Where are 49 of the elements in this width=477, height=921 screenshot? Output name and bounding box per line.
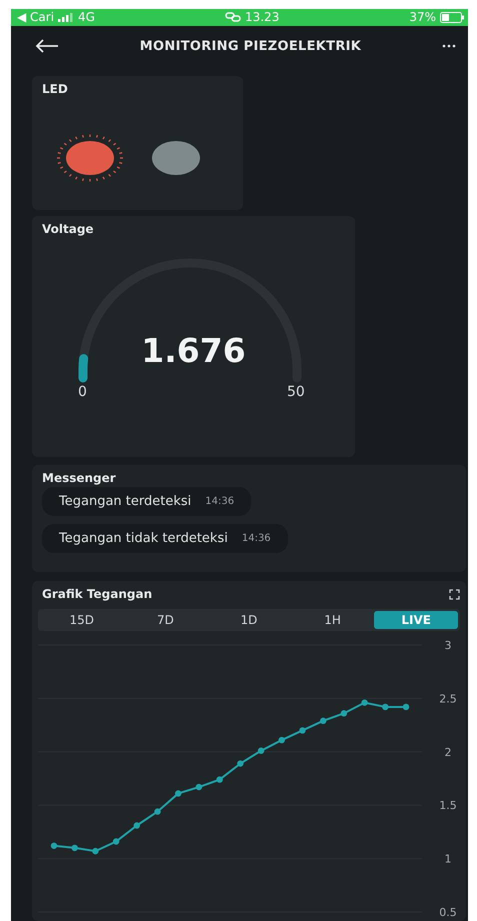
data-point [258,748,264,754]
y-tick-label: 1.5 [439,799,457,812]
card-title: LED [42,82,69,96]
y-tick-label: 3 [444,639,452,652]
gauge-min-label: 0 [78,384,87,400]
data-point [92,848,99,854]
data-point [196,784,202,790]
data-point [216,776,223,783]
data-point [154,808,161,815]
back-arrow-icon[interactable] [35,39,59,54]
card-title: Grafik Tegangan [42,587,152,601]
data-point [340,710,348,717]
clock: 13.23 [244,10,280,24]
data-point [320,718,326,724]
y-tick-label: 1 [444,852,452,866]
range-tab[interactable]: 1D [207,611,291,629]
battery-icon [440,12,464,23]
data-point [382,704,388,710]
data-point [72,844,78,852]
data-point [299,727,306,734]
y-tick-label: 0.5 [439,906,457,919]
range-tab[interactable]: 15D [40,611,124,629]
network-label: 4G [78,10,95,24]
message-text: Tegangan terdeteksi [59,494,192,509]
data-point [278,736,285,744]
range-tab[interactable]: 1H [290,611,374,629]
card-title: Voltage [42,222,95,236]
range-tab[interactable]: 7D [124,611,208,629]
message-text: Tegangan tidak terdeteksi [59,531,228,546]
gauge-max-label: 50 [287,384,305,400]
data-point [175,790,182,797]
data-point [112,838,120,845]
message-time: 14:36 [205,496,234,507]
data-point [361,699,368,706]
data-point [134,822,140,829]
link-icon [224,12,241,22]
fullscreen-icon[interactable] [449,588,460,600]
y-tick-label: 2.5 [439,692,457,706]
more-icon[interactable] [442,44,456,48]
y-tick-label: 2 [444,746,452,759]
data-point [402,704,410,710]
message-time: 14:36 [242,533,271,544]
voltage-value: 1.676 [140,331,247,370]
data-point [50,842,58,849]
signal-icon [58,12,74,22]
battery-percent: 37% [409,10,436,24]
card-title: Messenger [42,471,117,485]
page-title: MONITORING PIEZOELEKTRIK [140,38,362,54]
data-point [237,760,244,767]
